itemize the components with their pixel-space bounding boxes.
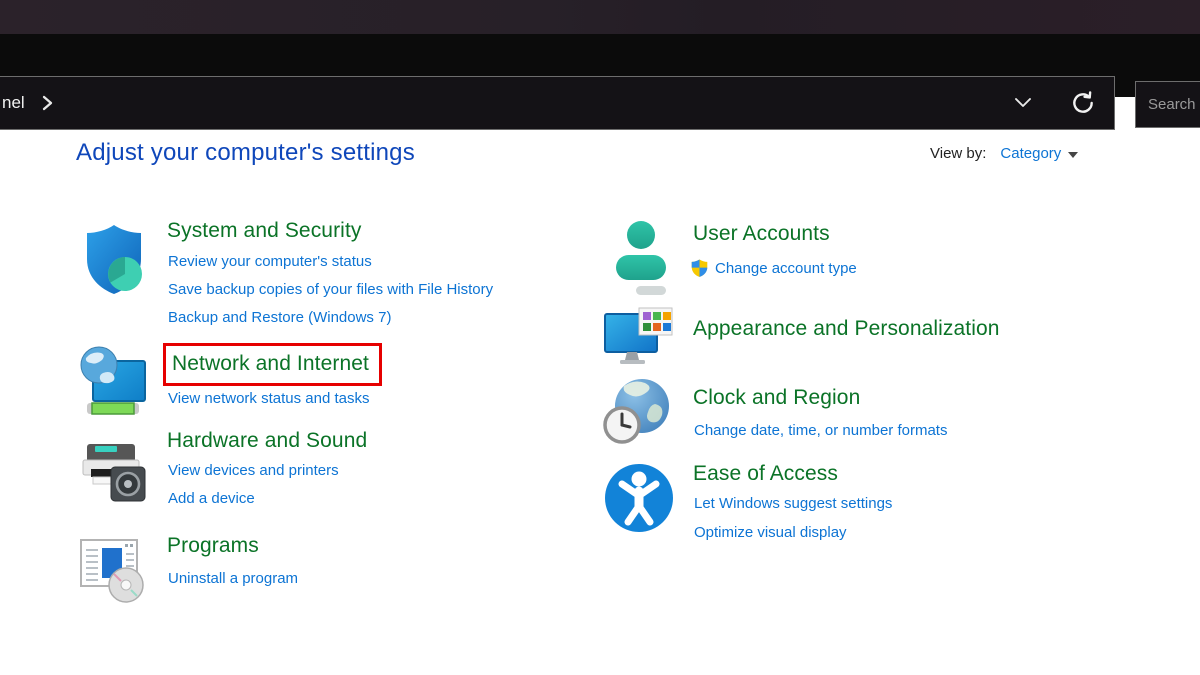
link-file-history[interactable]: Save backup copies of your files with Fi… bbox=[168, 280, 493, 299]
network-and-internet-icon[interactable] bbox=[77, 345, 149, 426]
category-title-appearance-and-personalization[interactable]: Appearance and Personalization bbox=[693, 316, 1000, 342]
category-title-ease-of-access[interactable]: Ease of Access bbox=[693, 461, 838, 487]
view-by-label: View by: bbox=[930, 145, 986, 162]
page-title: Adjust your computer's settings bbox=[76, 139, 415, 167]
category-title-hardware-and-sound[interactable]: Hardware and Sound bbox=[167, 428, 367, 454]
link-backup-restore[interactable]: Backup and Restore (Windows 7) bbox=[168, 308, 391, 327]
address-bar[interactable]: nel bbox=[0, 76, 1115, 130]
category-title-network-and-internet[interactable]: Network and Internet bbox=[172, 351, 369, 377]
link-view-network-status[interactable]: View network status and tasks bbox=[168, 389, 370, 408]
view-by-value[interactable]: Category bbox=[1000, 145, 1061, 162]
category-title-clock-and-region[interactable]: Clock and Region bbox=[693, 385, 860, 411]
category-title-programs[interactable]: Programs bbox=[167, 533, 259, 559]
category-title-user-accounts[interactable]: User Accounts bbox=[693, 221, 830, 247]
link-uninstall-a-program[interactable]: Uninstall a program bbox=[168, 569, 298, 588]
breadcrumb-chevron-right-icon[interactable] bbox=[39, 93, 57, 113]
system-and-security-icon[interactable] bbox=[80, 222, 148, 305]
view-by-control: View by: Category bbox=[930, 145, 1078, 162]
breadcrumb[interactable]: nel bbox=[0, 93, 25, 113]
link-view-devices-printers[interactable]: View devices and printers bbox=[168, 461, 339, 480]
category-title-system-and-security[interactable]: System and Security bbox=[167, 218, 361, 244]
address-dropdown-chevron-down-icon[interactable] bbox=[1010, 90, 1036, 116]
link-change-account-type[interactable]: Change account type bbox=[690, 258, 857, 278]
refresh-icon[interactable] bbox=[1070, 90, 1096, 116]
link-change-account-type-label[interactable]: Change account type bbox=[715, 259, 857, 278]
hardware-and-sound-icon[interactable] bbox=[79, 440, 149, 511]
navigation-bar: nel bbox=[0, 34, 1200, 97]
link-review-computer-status[interactable]: Review your computer's status bbox=[168, 252, 372, 271]
link-let-windows-suggest-settings[interactable]: Let Windows suggest settings bbox=[694, 494, 892, 513]
view-by-dropdown[interactable]: Category bbox=[1000, 145, 1078, 162]
link-add-a-device[interactable]: Add a device bbox=[168, 489, 255, 508]
user-accounts-icon[interactable] bbox=[614, 218, 676, 307]
window-top-strip bbox=[0, 0, 1200, 34]
link-change-date-time-formats[interactable]: Change date, time, or number formats bbox=[694, 421, 947, 440]
caret-down-icon bbox=[1068, 152, 1078, 158]
programs-icon[interactable] bbox=[78, 536, 154, 609]
clock-and-region-icon[interactable] bbox=[602, 378, 674, 453]
uac-shield-icon bbox=[690, 258, 709, 278]
ease-of-access-icon[interactable] bbox=[603, 462, 675, 539]
search-input[interactable] bbox=[1135, 81, 1200, 128]
appearance-and-personalization-icon[interactable] bbox=[603, 306, 675, 375]
link-optimize-visual-display[interactable]: Optimize visual display bbox=[694, 523, 847, 542]
annotation-highlight-box: Network and Internet bbox=[163, 343, 382, 386]
